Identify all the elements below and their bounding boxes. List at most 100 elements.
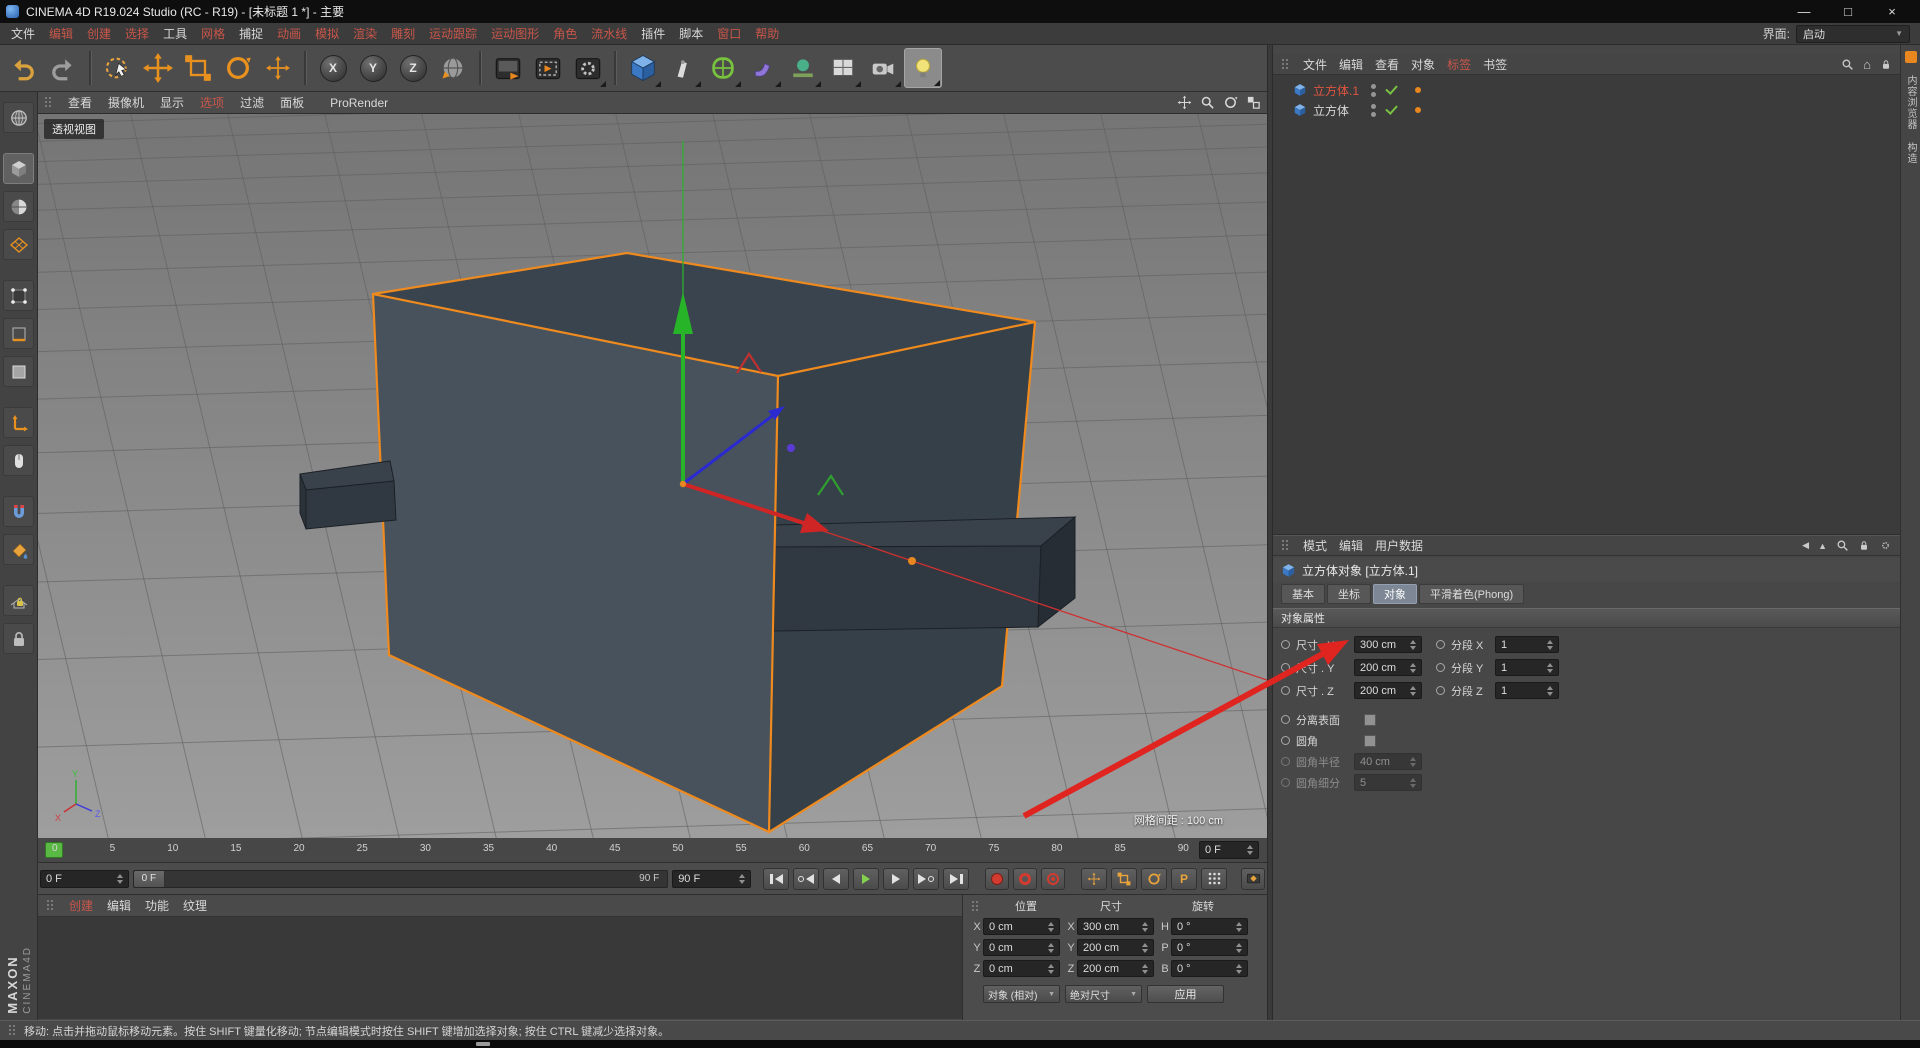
keyframe-circle-icon[interactable] [1281,663,1290,672]
zoom-view-icon[interactable] [1200,95,1215,110]
visibility-dots-icon[interactable] [1371,103,1376,117]
pos-x-field[interactable]: 0 cm [983,918,1060,935]
enabled-check-icon[interactable] [1385,102,1398,115]
vp-menu-cameras[interactable]: 摄像机 [100,94,152,111]
move-tool[interactable] [139,48,177,88]
stepper[interactable] [735,873,745,884]
next-frame-button[interactable] [883,867,909,890]
am-menu-mode[interactable]: 模式 [1297,537,1333,554]
menu-character[interactable]: 角色 [546,25,584,42]
tab-content-browser[interactable]: 内容浏览器 [1903,75,1918,130]
vp-menu-panel[interactable]: 面板 [272,94,312,111]
record-parameter-toggle[interactable]: P [1171,867,1197,890]
om-menu-edit[interactable]: 编辑 [1333,56,1369,73]
am-menu-edit[interactable]: 编辑 [1333,537,1369,554]
spline-pen-button[interactable] [664,48,702,88]
keyframe-selection-button[interactable] [1041,867,1065,890]
rot-h-field[interactable]: 0 ° [1171,918,1248,935]
object-name[interactable]: 立方体.1 [1313,82,1365,99]
play-button[interactable] [853,867,879,890]
points-mode-button[interactable] [3,280,34,311]
paint-setup-button[interactable] [3,534,34,565]
polygons-mode-button[interactable] [3,356,34,387]
enabled-check-icon[interactable] [1385,82,1398,95]
make-editable-button[interactable] [3,102,34,133]
om-menu-bookmarks[interactable]: 书签 [1477,56,1513,73]
undo-button[interactable] [4,48,42,88]
y-axis-lock-button[interactable]: Y [354,48,392,88]
tab-phong[interactable]: 平滑着色(Phong) [1419,584,1525,604]
panel-drag-handle[interactable] [1281,57,1289,71]
viewport-label[interactable]: 透视视图 [44,119,104,139]
object-row-cube1[interactable]: 立方体.1 [1273,80,1900,100]
separate-surfaces-checkbox[interactable] [1364,713,1376,726]
rotate-tool[interactable] [219,48,257,88]
history-up-icon[interactable]: ▲ [1818,541,1827,551]
om-menu-objects[interactable]: 对象 [1405,56,1441,73]
light-button[interactable] [904,48,942,88]
menu-plugins[interactable]: 插件 [634,25,672,42]
render-settings-button[interactable] [569,48,607,88]
goto-end-button[interactable] [943,867,969,890]
rotate-view-icon[interactable] [1223,95,1238,110]
record-keyframe-button[interactable] [985,867,1009,890]
vp-menu-view[interactable]: 查看 [60,94,100,111]
vp-menu-options[interactable]: 选项 [192,94,232,111]
timeline-slider[interactable]: 0 F 90 F [132,869,669,888]
coord-mode-dropdown[interactable]: 对象 (相对) ▼ [983,985,1060,1003]
live-selection-tool[interactable] [99,48,137,88]
segments-z-input[interactable]: 1 [1495,682,1559,699]
segments-y-input[interactable]: 1 [1495,659,1559,676]
stepper[interactable] [113,873,123,884]
pan-view-icon[interactable] [1177,95,1192,110]
record-scale-toggle[interactable] [1111,867,1137,890]
maximize-button[interactable]: □ [1826,0,1870,23]
current-frame-field[interactable]: 0 F [40,869,129,888]
keyframe-circle-icon[interactable] [1436,663,1445,672]
timeline-slider-grip[interactable]: 0 F [133,870,166,887]
rot-b-field[interactable]: 0 ° [1171,960,1248,977]
home-icon[interactable]: ⌂ [1863,57,1871,72]
gear-icon[interactable] [1879,539,1892,552]
interface-dropdown[interactable]: 启动 ▼ [1796,24,1910,43]
size-y-input[interactable]: 200 cm [1354,659,1422,676]
keyframe-circle-icon[interactable] [1281,640,1290,649]
timeline-ruler[interactable]: 0 5 10 15 20 25 30 35 40 45 50 55 60 65 … [38,838,1267,863]
lock-icon[interactable] [1880,58,1892,71]
object-manager-list[interactable]: 立方体.1 立方体 [1273,75,1900,535]
display-color-dot-icon[interactable] [1415,87,1421,93]
menu-edit[interactable]: 编辑 [42,25,80,42]
menu-simulate[interactable]: 模拟 [308,25,346,42]
object-name[interactable]: 立方体 [1313,102,1365,119]
search-icon[interactable] [1841,58,1854,71]
om-menu-tags[interactable]: 标签 [1441,56,1477,73]
record-position-toggle[interactable] [1081,867,1107,890]
fillet-checkbox[interactable] [1364,734,1376,747]
vp-menu-filter[interactable]: 过滤 [232,94,272,111]
vp-menu-display[interactable]: 显示 [152,94,192,111]
prev-key-button[interactable] [793,867,819,890]
object-row-cube[interactable]: 立方体 [1273,100,1900,120]
size-y-field[interactable]: 200 cm [1077,939,1154,956]
menu-create[interactable]: 创建 [80,25,118,42]
panel-drag-handle[interactable] [46,899,54,912]
keyframe-circle-icon[interactable] [1281,736,1290,745]
rot-p-field[interactable]: 0 ° [1171,939,1248,956]
view-layout-button[interactable] [824,48,862,88]
segments-x-input[interactable]: 1 [1495,636,1559,653]
menu-help[interactable]: 帮助 [748,25,786,42]
menu-sculpt[interactable]: 雕刻 [384,25,422,42]
deformer-button[interactable] [744,48,782,88]
size-z-field[interactable]: 200 cm [1077,960,1154,977]
z-axis-lock-button[interactable]: Z [394,48,432,88]
am-menu-userdata[interactable]: 用户数据 [1369,537,1429,554]
texture-mode-button[interactable] [3,191,34,222]
keyframe-circle-icon[interactable] [1436,640,1445,649]
tab-structure[interactable]: 构造 [1903,142,1918,164]
material-list-area[interactable] [38,917,962,1019]
tab-coordinates[interactable]: 坐标 [1327,584,1371,604]
keyframe-circle-icon[interactable] [1436,686,1445,695]
pos-y-field[interactable]: 0 cm [983,939,1060,956]
workplane-lock-button[interactable] [3,585,34,616]
snap-toggle-button[interactable] [3,496,34,527]
